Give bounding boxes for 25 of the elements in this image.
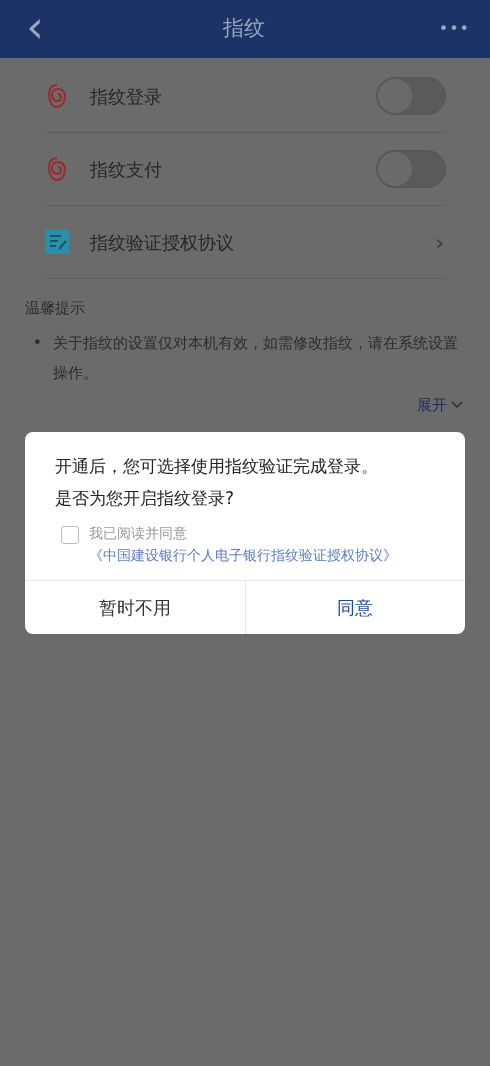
- settings-row[interactable]: 指纹验证授权协议 ›: [44, 206, 446, 279]
- dialog-button[interactable]: 同意: [244, 581, 465, 634]
- dialog-button[interactable]: 暂时不用: [25, 581, 245, 634]
- document-icon: [44, 229, 70, 255]
- expand-link[interactable]: 展开: [417, 393, 463, 416]
- tip-text: 关于指纹的设置仅对本机有效，如需修改指纹，请在系统设置操作。: [53, 332, 459, 384]
- settings-row[interactable]: 指纹登录: [44, 60, 446, 133]
- row-label: 指纹登录: [90, 84, 163, 109]
- agreement-link[interactable]: 《中国建设银行个人电子银行指纹验证授权协议》: [89, 544, 435, 566]
- fingerprint-icon: [47, 83, 67, 109]
- chevron-down-icon: [451, 400, 463, 409]
- settings-row[interactable]: 指纹支付: [44, 133, 446, 206]
- page-title: 指纹: [223, 15, 266, 43]
- chevron-right-icon: ›: [435, 225, 444, 259]
- row-label: 指纹支付: [90, 157, 163, 182]
- row-label: 指纹验证授权协议: [90, 230, 235, 255]
- agreement-text: 我已阅读并同意: [89, 524, 188, 543]
- agreement-checkbox[interactable]: [61, 526, 79, 544]
- back-button[interactable]: ‹: [20, 5, 50, 49]
- tips-title: 温馨提示: [25, 298, 86, 319]
- more-button[interactable]: •••: [438, 17, 470, 41]
- dialog-message: 是否为您开启指纹登录?: [55, 487, 236, 510]
- fingerprint-icon: [47, 156, 67, 182]
- bullet-icon: •: [33, 327, 53, 388]
- dialog-message: 开通后，您可选择使用指纹验证完成登录。: [55, 455, 379, 478]
